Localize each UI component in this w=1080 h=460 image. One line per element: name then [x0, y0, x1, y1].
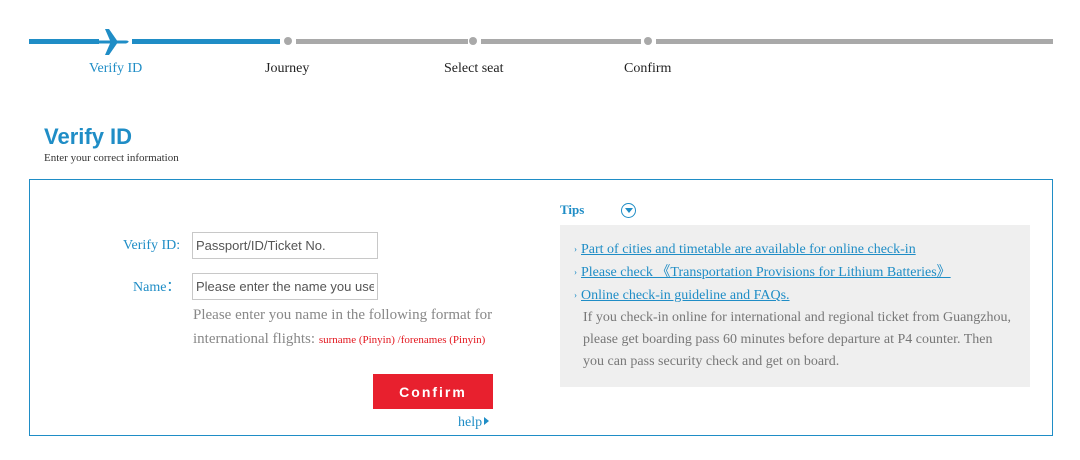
arrow-right-icon: ›	[574, 290, 577, 300]
help-link[interactable]: help	[458, 415, 490, 431]
verify-panel: Verify ID: Name： Please enter you name i…	[29, 179, 1053, 436]
hint-forenames: forenames (Pinyin)	[400, 334, 486, 346]
dot-icon	[644, 37, 652, 45]
tip-note: If you check-in online for international…	[583, 310, 1012, 369]
tip-link-label: Online check-in guideline and FAQs.	[581, 288, 790, 303]
arrow-right-icon: ›	[574, 244, 577, 254]
progress-line-pending	[296, 39, 468, 44]
help-label: help	[458, 415, 483, 430]
progress-line-pending	[656, 39, 1053, 44]
tip-link-lithium[interactable]: › Please check 《Transportation Provisions…	[574, 261, 1016, 284]
page-subtitle: Enter your correct information	[44, 152, 179, 164]
tip-link-faq[interactable]: › Online check-in guideline and FAQs.	[574, 284, 1016, 307]
name-format-hint: Please enter you name in the following f…	[193, 303, 533, 352]
verify-id-input[interactable]	[192, 232, 378, 259]
progress-line-pending	[481, 39, 641, 44]
tip-link-label: Please check 《Transportation Provisions …	[581, 265, 951, 280]
arrow-right-icon: ›	[574, 267, 577, 277]
step-journey: Journey	[265, 61, 310, 76]
progress-line-active	[132, 39, 280, 44]
step-verify-id: Verify ID	[89, 61, 143, 76]
tips-title: Tips	[560, 202, 585, 217]
dot-icon	[284, 37, 292, 45]
hint-surname: surname (Pinyin)	[318, 334, 395, 346]
progress-steps: Verify ID Journey Select seat Confirm	[0, 0, 1080, 90]
step-select-seat: Select seat	[444, 61, 504, 76]
confirm-button[interactable]: Confirm	[373, 374, 493, 409]
triangle-right-icon	[484, 417, 490, 425]
tip-link-cities[interactable]: › Part of cities and timetable are availa…	[574, 238, 1016, 261]
page-title: Verify ID	[44, 124, 133, 149]
tip-link-label: Part of cities and timetable are availab…	[581, 242, 916, 257]
airplane-icon	[99, 29, 129, 55]
tips-box: › Part of cities and timetable are availa…	[560, 225, 1030, 387]
verify-id-label: Verify ID:	[123, 238, 181, 253]
dot-icon	[469, 37, 477, 45]
name-input[interactable]	[192, 273, 378, 300]
chevron-down-circle-icon[interactable]	[621, 203, 636, 218]
name-label: Name：	[133, 280, 181, 295]
progress-line-complete	[29, 39, 99, 44]
step-confirm: Confirm	[624, 61, 672, 76]
